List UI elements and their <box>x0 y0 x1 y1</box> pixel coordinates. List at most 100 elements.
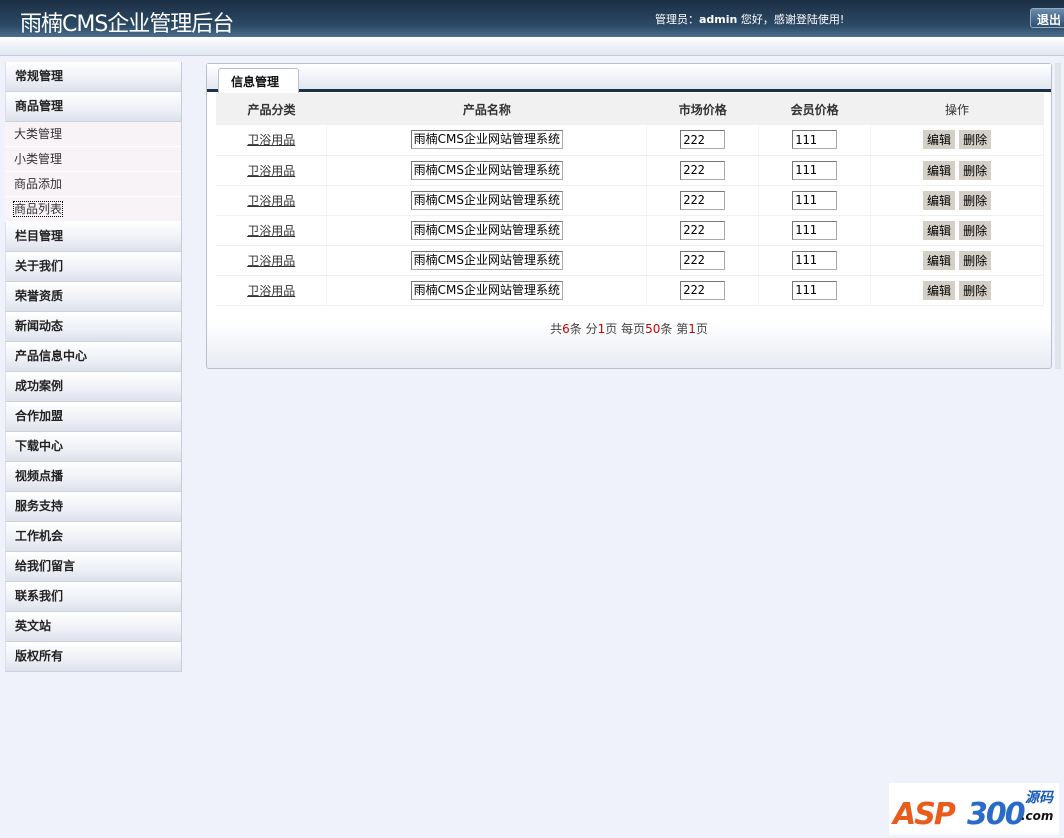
member-price-cell <box>758 185 872 216</box>
asp300-logo: ASP 300 源码 .com <box>889 783 1059 835</box>
category-cell: 卫浴用品 <box>216 215 328 246</box>
market-price-cell <box>646 125 760 156</box>
actions-cell: 编辑 删除 <box>870 215 1044 246</box>
actions-cell: 编辑 删除 <box>870 245 1044 276</box>
actions-cell: 编辑 删除 <box>870 275 1044 306</box>
sidebar-menu-13[interactable]: 给我们留言 <box>5 552 181 582</box>
market-price-input[interactable] <box>680 130 726 150</box>
name-cell: 雨楠CMS企业网站管理系统 <box>326 245 648 276</box>
member-price-cell <box>758 215 872 246</box>
member-price-input[interactable] <box>792 220 838 240</box>
sidebar-menu-4[interactable]: 荣誉资质 <box>5 282 181 312</box>
sidebar-menu-10[interactable]: 视频点播 <box>5 462 181 492</box>
delete-button[interactable]: 删除 <box>959 250 992 270</box>
sidebar-subitem-label: 小类管理 <box>14 152 63 166</box>
sidebar-menu-2[interactable]: 栏目管理 <box>5 222 181 252</box>
edit-button[interactable]: 编辑 <box>923 190 956 210</box>
header-bar: 雨楠CMS企业管理后台 管理员：admin 您好，感谢登陆使用! 退出 <box>0 0 1064 37</box>
delete-button[interactable]: 删除 <box>959 220 992 240</box>
sidebar-menu-5[interactable]: 新闻动态 <box>5 312 181 342</box>
sidebar-menu-6[interactable]: 产品信息中心 <box>5 342 181 372</box>
table-row: 卫浴用品 雨楠CMS企业网站管理系统 编辑删除 <box>216 275 1044 306</box>
sidebar-menu-11[interactable]: 服务支持 <box>5 492 181 522</box>
sidebar-menu-3[interactable]: 关于我们 <box>5 252 181 282</box>
actions-cell: 编辑 删除 <box>870 125 1044 156</box>
pagination-info: 共6条 分1页 每页50条 第1页 <box>550 322 708 336</box>
product-name-field[interactable]: 雨楠CMS企业网站管理系统 <box>410 190 563 210</box>
category-cell: 卫浴用品 <box>216 245 328 276</box>
category-link[interactable]: 卫浴用品 <box>247 254 295 268</box>
app-title: 雨楠CMS企业管理后台 <box>20 12 234 37</box>
category-link[interactable]: 卫浴用品 <box>247 224 295 238</box>
member-price-input[interactable] <box>792 250 838 270</box>
category-cell: 卫浴用品 <box>216 155 328 186</box>
tab-bar: 信息管理 <box>207 64 1051 93</box>
member-price-input[interactable] <box>792 160 838 180</box>
column-header: 会员价格 <box>758 93 871 125</box>
welcome-text: 管理员：admin 您好，感谢登陆使用! <box>655 13 845 26</box>
sidebar-menu-7[interactable]: 成功案例 <box>5 372 181 402</box>
category-link[interactable]: 卫浴用品 <box>247 164 295 178</box>
market-price-cell <box>646 155 760 186</box>
market-price-input[interactable] <box>680 190 726 210</box>
sidebar-menu-16[interactable]: 版权所有 <box>5 642 181 672</box>
sidebar-subitem-label: 商品列表 <box>12 201 64 217</box>
name-cell: 雨楠CMS企业网站管理系统 <box>326 125 648 156</box>
member-price-cell <box>758 155 872 186</box>
delete-button[interactable]: 删除 <box>959 160 992 180</box>
sidebar-menu-1[interactable]: 商品管理 <box>5 92 181 122</box>
edit-button[interactable]: 编辑 <box>923 160 956 180</box>
market-price-cell <box>646 185 760 216</box>
table-row: 卫浴用品 雨楠CMS企业网站管理系统 编辑删除 <box>216 185 1044 216</box>
sidebar-menu-0[interactable]: 常规管理 <box>5 62 181 92</box>
market-price-cell <box>646 215 760 246</box>
market-price-cell <box>646 245 760 276</box>
member-price-input[interactable] <box>792 190 838 210</box>
delete-button[interactable]: 删除 <box>959 190 992 210</box>
product-name-field[interactable]: 雨楠CMS企业网站管理系统 <box>410 130 563 150</box>
sidebar-subitem[interactable]: 商品添加 <box>5 172 181 197</box>
category-link[interactable]: 卫浴用品 <box>247 133 295 147</box>
sidebar-subitem[interactable]: 小类管理 <box>5 147 181 172</box>
scrollbar[interactable] <box>1055 63 1061 369</box>
category-cell: 卫浴用品 <box>216 125 328 156</box>
tab-info-management[interactable]: 信息管理 <box>218 68 299 93</box>
sidebar-subitem[interactable]: 商品列表 <box>5 197 181 222</box>
table-row: 卫浴用品 雨楠CMS企业网站管理系统 编辑删除 <box>216 125 1044 156</box>
product-name-field[interactable]: 雨楠CMS企业网站管理系统 <box>410 220 563 240</box>
product-name-field[interactable]: 雨楠CMS企业网站管理系统 <box>410 280 563 300</box>
sidebar-subitem[interactable]: 大类管理 <box>5 122 181 147</box>
category-link[interactable]: 卫浴用品 <box>247 194 295 208</box>
sidebar-menu-14[interactable]: 联系我们 <box>5 582 181 612</box>
edit-button[interactable]: 编辑 <box>923 220 956 240</box>
category-link[interactable]: 卫浴用品 <box>247 284 295 298</box>
category-cell: 卫浴用品 <box>216 185 328 216</box>
member-price-cell <box>758 125 872 156</box>
delete-button[interactable]: 删除 <box>959 130 992 150</box>
product-name-field[interactable]: 雨楠CMS企业网站管理系统 <box>410 250 563 270</box>
edit-button[interactable]: 编辑 <box>923 280 956 300</box>
sidebar-menu-8[interactable]: 合作加盟 <box>5 402 181 432</box>
product-name-field[interactable]: 雨楠CMS企业网站管理系统 <box>410 160 563 180</box>
sidebar-menu-12[interactable]: 工作机会 <box>5 522 181 552</box>
market-price-input[interactable] <box>680 280 726 300</box>
member-price-input[interactable] <box>792 280 838 300</box>
name-cell: 雨楠CMS企业网站管理系统 <box>326 275 648 306</box>
market-price-input[interactable] <box>680 250 726 270</box>
product-table: 产品分类产品名称市场价格会员价格操作 卫浴用品 雨楠CMS企业网站管理系统 编辑… <box>216 93 1044 306</box>
edit-button[interactable]: 编辑 <box>923 250 956 270</box>
market-price-input[interactable] <box>680 160 726 180</box>
sidebar-menu-9[interactable]: 下载中心 <box>5 432 181 462</box>
sidebar-menu-15[interactable]: 英文站 <box>5 612 181 642</box>
delete-button[interactable]: 删除 <box>959 280 992 300</box>
category-cell: 卫浴用品 <box>216 275 328 306</box>
sidebar: 常规管理 商品管理 大类管理小类管理商品添加商品列表栏目管理 关于我们 荣誉资质 新闻动态… <box>5 62 182 672</box>
column-header: 市场价格 <box>646 93 759 125</box>
actions-cell: 编辑 删除 <box>870 155 1044 186</box>
name-cell: 雨楠CMS企业网站管理系统 <box>326 185 648 216</box>
column-header: 操作 <box>870 93 1044 125</box>
logout-button[interactable]: 退出 <box>1030 8 1064 28</box>
market-price-input[interactable] <box>680 220 726 240</box>
member-price-input[interactable] <box>792 130 838 150</box>
edit-button[interactable]: 编辑 <box>923 130 956 150</box>
